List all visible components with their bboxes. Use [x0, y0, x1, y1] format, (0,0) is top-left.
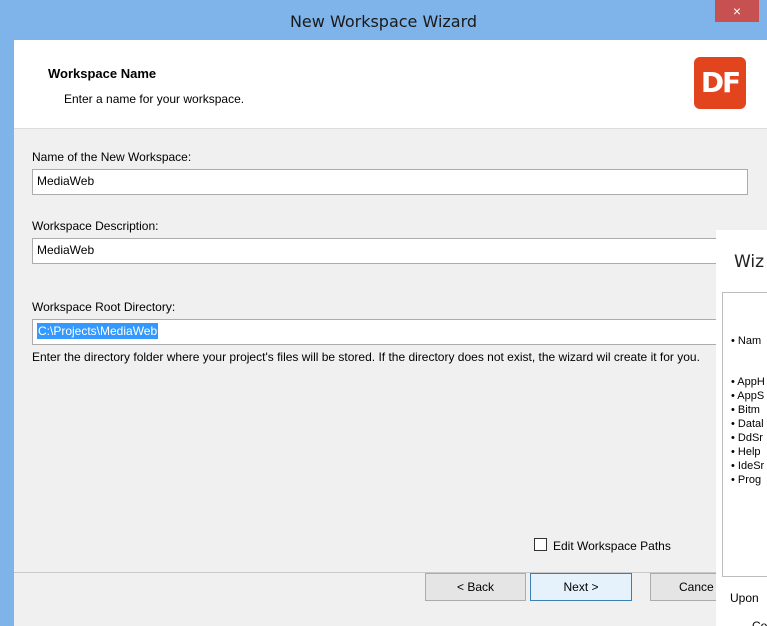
workspace-name-value: MediaWeb	[37, 174, 95, 188]
workspace-name-input[interactable]: MediaWeb	[32, 169, 748, 195]
list-item: • AppS	[731, 390, 765, 402]
list-item: • IdeSr	[731, 460, 765, 472]
page-title: Workspace Name	[48, 66, 157, 81]
overlapping-wizard-window: Wiz • Nam • AppH • AppS • Bitm • Datal •…	[716, 230, 767, 626]
help-text: Enter the directory folder where your pr…	[32, 350, 700, 364]
edit-workspace-paths-checkbox[interactable]	[534, 538, 547, 551]
wizard-window: New Workspace Wizard × Workspace Name En…	[0, 0, 767, 626]
workspace-description-value: MediaWeb	[37, 243, 95, 257]
list-item: • Nam	[731, 335, 762, 347]
edit-workspace-paths-label[interactable]: Edit Workspace Paths	[553, 539, 671, 553]
next-button[interactable]: Next >	[530, 573, 632, 601]
df-logo: DF	[694, 57, 746, 109]
wizard-header: Workspace Name Enter a name for your wor…	[14, 40, 767, 129]
list-item: • Help	[731, 446, 761, 458]
back-button[interactable]: < Back	[425, 573, 526, 601]
workspace-root-value: C:\Projects\MediaWeb	[37, 323, 159, 339]
close-button[interactable]: ×	[715, 0, 759, 22]
second-window-panel: • Nam • AppH • AppS • Bitm • Datal • DdS…	[722, 292, 767, 577]
workspace-description-label: Workspace Description:	[32, 219, 159, 233]
workspace-root-input[interactable]: C:\Projects\MediaWeb	[32, 319, 748, 345]
list-item: • AppH	[731, 376, 765, 388]
list-item: • Prog	[731, 474, 762, 486]
list-item: • Datal	[731, 418, 764, 430]
second-window-footer-text-2: Co	[752, 619, 767, 626]
workspace-root-label: Workspace Root Directory:	[32, 300, 176, 314]
window-frame	[0, 40, 14, 626]
workspace-description-input[interactable]: MediaWeb	[32, 238, 748, 264]
second-window-footer-text: Upon	[730, 591, 759, 605]
page-subtitle: Enter a name for your workspace.	[64, 92, 245, 106]
window-title: New Workspace Wizard	[289, 12, 478, 31]
list-item: • Bitm	[731, 404, 760, 416]
workspace-name-label: Name of the New Workspace:	[32, 150, 192, 164]
wizard-content: Name of the New Workspace: MediaWeb Work…	[14, 129, 767, 626]
second-window-title: Wiz	[734, 252, 765, 272]
list-item: • DdSr	[731, 432, 763, 444]
